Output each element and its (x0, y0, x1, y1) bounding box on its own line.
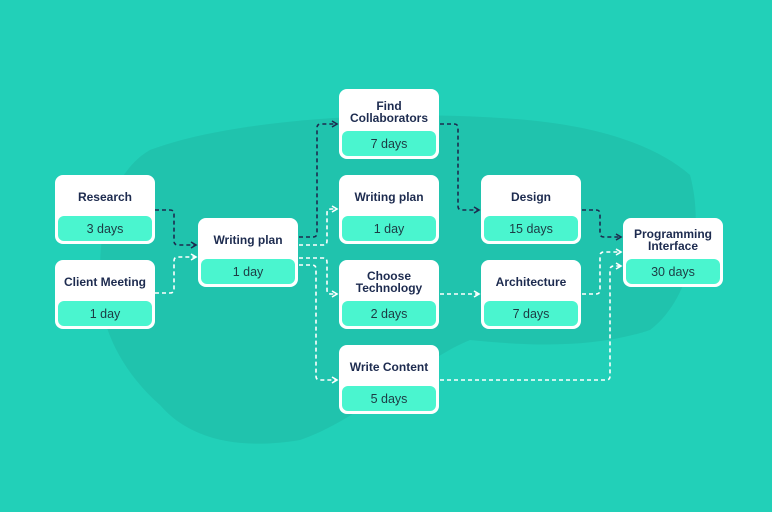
node-title: Write Content (349, 360, 429, 374)
edge-find-collaborators-to-design (440, 123, 481, 214)
node-design[interactable]: Design 15 days (481, 175, 581, 244)
node-duration: 7 days (342, 131, 436, 156)
node-choose-technology[interactable]: Choose Technology 2 days (339, 260, 439, 329)
node-find-collaborators[interactable]: Find Collaborators 7 days (339, 89, 439, 159)
node-title: Architecture (495, 275, 567, 289)
node-title: Client Meeting (63, 275, 146, 289)
edge-writing-plan-to-write-content (299, 264, 339, 384)
node-client-meeting[interactable]: Client Meeting 1 day (55, 260, 155, 329)
edge-writing-plan-to-find-collaborators (299, 120, 339, 238)
edge-writing-plan-to-choose-technology (299, 257, 339, 298)
edge-research-to-writing-plan (155, 209, 198, 249)
node-duration: 15 days (484, 216, 578, 241)
edge-writing-plan-to-writing-plan-2 (299, 205, 339, 246)
node-duration: 1 day (201, 259, 295, 284)
node-title: Find Collaborators (349, 98, 428, 125)
node-write-content[interactable]: Write Content 5 days (339, 345, 439, 414)
node-title: Programming Interface (633, 227, 712, 253)
node-research[interactable]: Research 3 days (55, 175, 155, 244)
node-duration: 2 days (342, 301, 436, 326)
node-title: Writing plan (354, 190, 424, 204)
node-programming-interface[interactable]: Programming Interface 30 days (623, 218, 723, 287)
node-duration: 3 days (58, 216, 152, 241)
node-writing-plan-1[interactable]: Writing plan 1 day (198, 218, 298, 287)
node-duration: 1 day (342, 216, 436, 241)
edge-architecture-to-programming-interface (582, 248, 623, 295)
node-architecture[interactable]: Architecture 7 days (481, 260, 581, 329)
node-duration: 5 days (342, 386, 436, 411)
edge-design-to-programming-interface (582, 209, 623, 241)
node-duration: 1 day (58, 301, 152, 326)
node-title: Design (510, 190, 551, 204)
edge-client-meeting-to-writing-plan (155, 253, 198, 294)
node-title: Writing plan (213, 233, 283, 247)
node-duration: 30 days (626, 259, 720, 284)
node-duration: 7 days (484, 301, 578, 326)
node-title: Choose Technology (355, 269, 423, 295)
node-writing-plan-2[interactable]: Writing plan 1 day (339, 175, 439, 244)
node-title: Research (77, 190, 133, 204)
